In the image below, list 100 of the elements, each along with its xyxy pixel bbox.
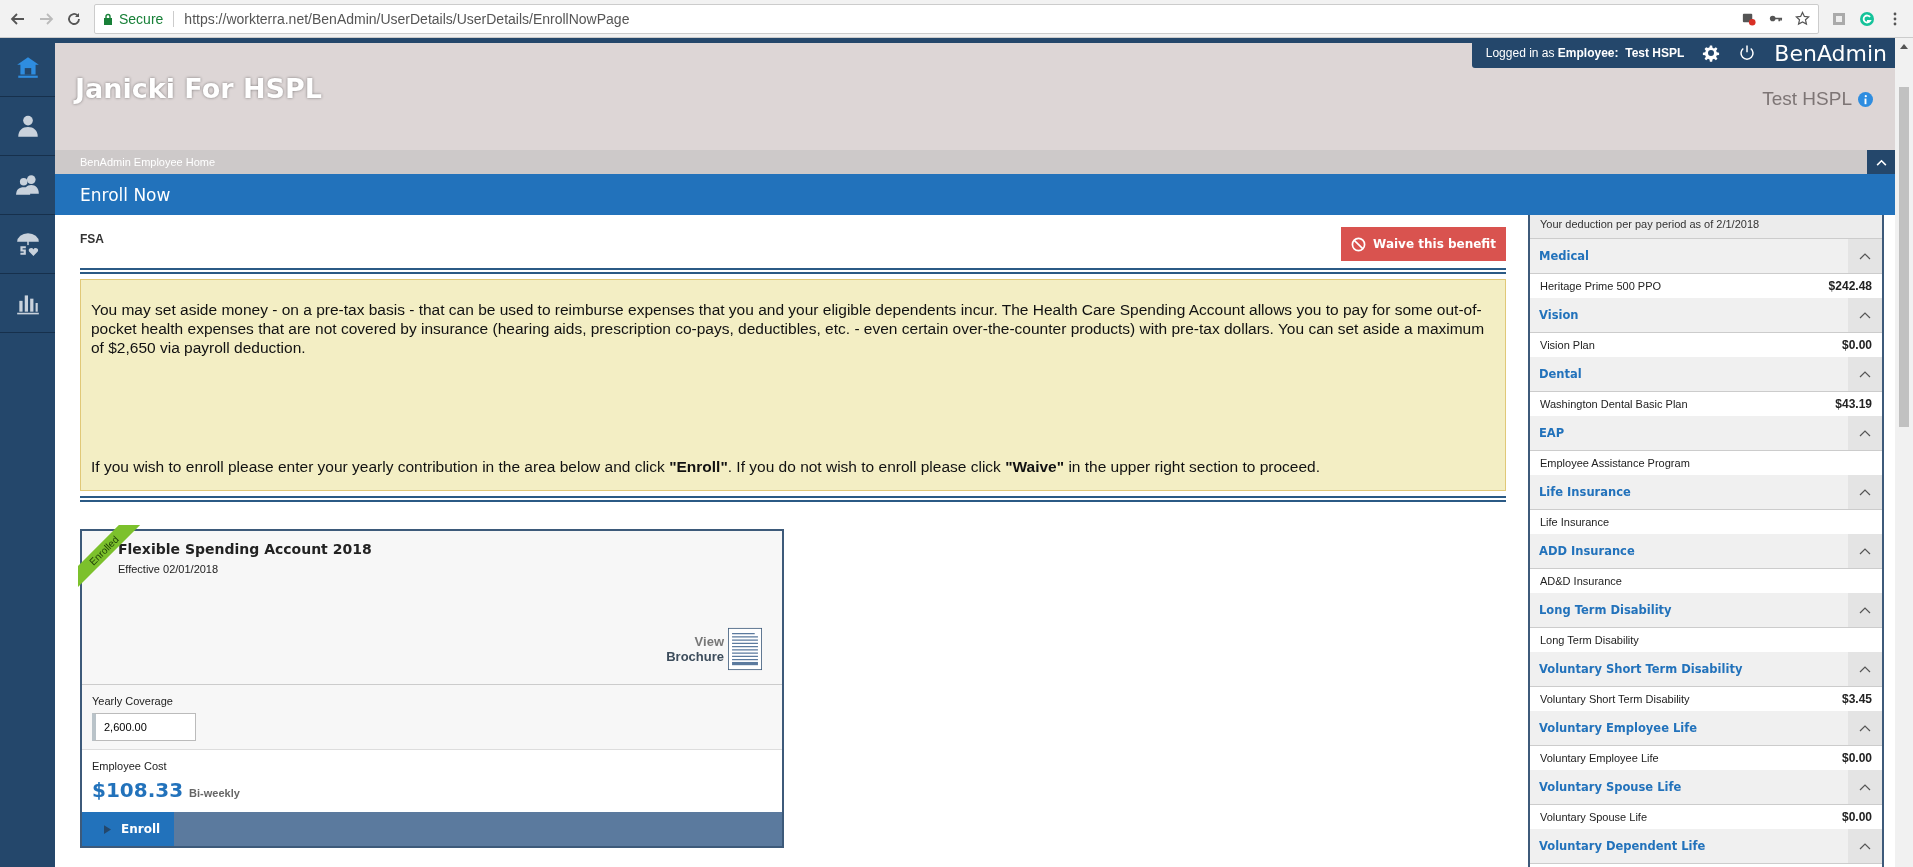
- cost-amount: $108.33: [92, 778, 184, 802]
- deduction-amount: $242.48: [1828, 279, 1872, 293]
- chevron-icon: [1859, 370, 1871, 378]
- section-title: Voluntary Employee Life: [1539, 721, 1697, 735]
- section-header[interactable]: Life Insurance: [1530, 475, 1882, 510]
- deduction-amount: $0.00: [1841, 751, 1872, 765]
- section-header[interactable]: EAP: [1530, 416, 1882, 451]
- address-bar[interactable]: Secure https://workterra.net/BenAdmin/UserDetails/UserDetails/EnrollNowPage: [94, 3, 1819, 34]
- section-title: Voluntary Spouse Life: [1539, 780, 1682, 794]
- scrollbar-thumb[interactable]: [1899, 87, 1909, 427]
- back-icon[interactable]: [10, 10, 26, 27]
- chevron-icon: [1859, 488, 1871, 496]
- star-icon[interactable]: [1795, 11, 1810, 26]
- reload-icon[interactable]: [66, 10, 82, 27]
- benefit-name: FSA: [80, 232, 104, 246]
- chevron-icon: [1859, 311, 1871, 319]
- deduction-amount: $0.00: [1841, 810, 1872, 824]
- section-header[interactable]: Voluntary Spouse Life: [1530, 770, 1882, 805]
- section-header[interactable]: Dental: [1530, 357, 1882, 392]
- toggle-button[interactable]: [1848, 357, 1882, 391]
- toggle-button[interactable]: [1848, 475, 1882, 509]
- coverage-label: Yearly Coverage: [92, 695, 174, 707]
- deduction-amount: $0.00: [1841, 338, 1872, 352]
- enroll-button[interactable]: Enroll: [82, 812, 174, 846]
- chevron-icon: [1859, 724, 1871, 732]
- view-brochure-link[interactable]: View Brochure: [666, 634, 724, 664]
- toggle-button[interactable]: [1848, 534, 1882, 568]
- secure-label: Secure: [119, 10, 164, 27]
- plan-name: Voluntary Spouse Life: [1540, 811, 1648, 823]
- section-title: ADD Insurance: [1539, 544, 1635, 558]
- plan-title: Flexible Spending Account 2018: [118, 541, 373, 557]
- info-paragraph: If you wish to enroll please enter your yearly contribution in the area below and click "Enroll". If you do not wish to enroll please click "Waive" in the upper right section to proceed.: [91, 457, 1321, 476]
- collapse-button[interactable]: [1867, 150, 1895, 174]
- settings-icon[interactable]: [1702, 44, 1721, 62]
- people-icon: [14, 172, 41, 198]
- chevron-icon: [1859, 547, 1871, 555]
- waive-button[interactable]: Waive this benefit: [1341, 227, 1506, 261]
- pay-frequency: Bi-weekly: [189, 787, 240, 799]
- section-title: Voluntary Short Term Disability: [1539, 662, 1743, 676]
- chevron-icon: [1859, 606, 1871, 614]
- deduction-amount: $3.45: [1841, 692, 1872, 706]
- extension-icon[interactable]: [1859, 10, 1875, 27]
- plan-name: Vision Plan: [1540, 339, 1595, 351]
- plan-name: Heritage Prime 500 PPO: [1540, 280, 1662, 292]
- play-icon: [104, 824, 111, 834]
- chevron-icon: [1859, 842, 1871, 850]
- plan-name: Long Term Disability: [1540, 634, 1639, 646]
- chevron-up-icon: [1875, 158, 1887, 166]
- section-header[interactable]: Long Term Disability: [1530, 593, 1882, 628]
- toggle-button[interactable]: [1848, 770, 1882, 804]
- logged-in-text: Logged in as Employee: Test HSPL: [1485, 46, 1685, 60]
- toggle-button[interactable]: [1848, 652, 1882, 686]
- umbrella-icon: [14, 231, 41, 257]
- section-header[interactable]: Voluntary Employee Life: [1530, 711, 1882, 746]
- section-header[interactable]: Voluntary Short Term Disability: [1530, 652, 1882, 687]
- section-header[interactable]: Voluntary Dependent Life: [1530, 829, 1882, 864]
- section-title: Life Insurance: [1539, 485, 1631, 499]
- scrollbar[interactable]: [1895, 38, 1913, 867]
- chevron-icon: [1859, 783, 1871, 791]
- lock-icon: [103, 12, 113, 25]
- toggle-button[interactable]: [1848, 416, 1882, 450]
- deduction-note: Your deduction per pay period as of 2/1/2018: [1530, 215, 1882, 239]
- coverage-field[interactable]: 2,600.00: [92, 713, 196, 741]
- toggle-button[interactable]: [1848, 239, 1882, 273]
- effective-date: Effective 02/01/2018: [118, 563, 220, 575]
- section-title: EAP: [1539, 426, 1565, 440]
- section-header[interactable]: ADD Insurance: [1530, 534, 1882, 569]
- ban-icon: [1351, 236, 1367, 252]
- plan-name: Washington Dental Basic Plan: [1540, 398, 1688, 410]
- section-header[interactable]: Vision: [1530, 298, 1882, 333]
- scroll-up-icon[interactable]: [1900, 44, 1908, 49]
- section-header[interactable]: Medical: [1530, 239, 1882, 274]
- deduction-amount: $43.19: [1835, 397, 1872, 411]
- chevron-icon: [1859, 429, 1871, 437]
- section-title: Medical: [1539, 249, 1589, 263]
- chevron-icon: [1859, 665, 1871, 673]
- plan-name: Life Insurance: [1540, 516, 1610, 528]
- toggle-button[interactable]: [1848, 298, 1882, 332]
- section-title: Vision: [1539, 308, 1579, 322]
- toggle-button[interactable]: [1848, 829, 1882, 863]
- extension-icon[interactable]: [1831, 10, 1847, 27]
- info-paragraph: You may set aside money - on a pre-tax basis - that can be used to reimburse expenses that you and your eligible dependents incur. The Health Care Spending Account allows you to pay for some out-of-pocket health expenses that are not covered by insurance (hearing aids, prescription co-pays, deductibles, etc. - even certain over-the-counter products) with pre-tax dollars. You can set aside a maximum of $2,650 via payroll deduction.: [91, 300, 1486, 357]
- page-title: Enroll Now: [80, 184, 171, 205]
- plan-name: AD&D Insurance: [1540, 575, 1622, 587]
- app-name: BenAdmin: [1774, 40, 1887, 66]
- cost-label: Employee Cost: [92, 760, 168, 772]
- section-title: Voluntary Dependent Life: [1539, 839, 1706, 853]
- account-name: Test HSPL: [1762, 88, 1852, 110]
- plan-name: Voluntary Short Term Disability: [1540, 693, 1690, 705]
- toggle-button[interactable]: [1848, 593, 1882, 627]
- toggle-button[interactable]: [1848, 711, 1882, 745]
- section-title: Dental: [1539, 367, 1582, 381]
- power-icon[interactable]: [1738, 44, 1757, 62]
- url-text: https://workterra.net/BenAdmin/UserDetails/UserDetails/EnrollNowPage: [184, 10, 630, 27]
- plan-name: Voluntary Employee Life: [1540, 752, 1659, 764]
- forward-icon[interactable]: [38, 10, 54, 27]
- plan-name: Employee Assistance Program: [1540, 457, 1690, 469]
- chevron-icon: [1859, 252, 1871, 260]
- info-icon[interactable]: [1858, 91, 1873, 107]
- section-title: Long Term Disability: [1539, 603, 1672, 617]
